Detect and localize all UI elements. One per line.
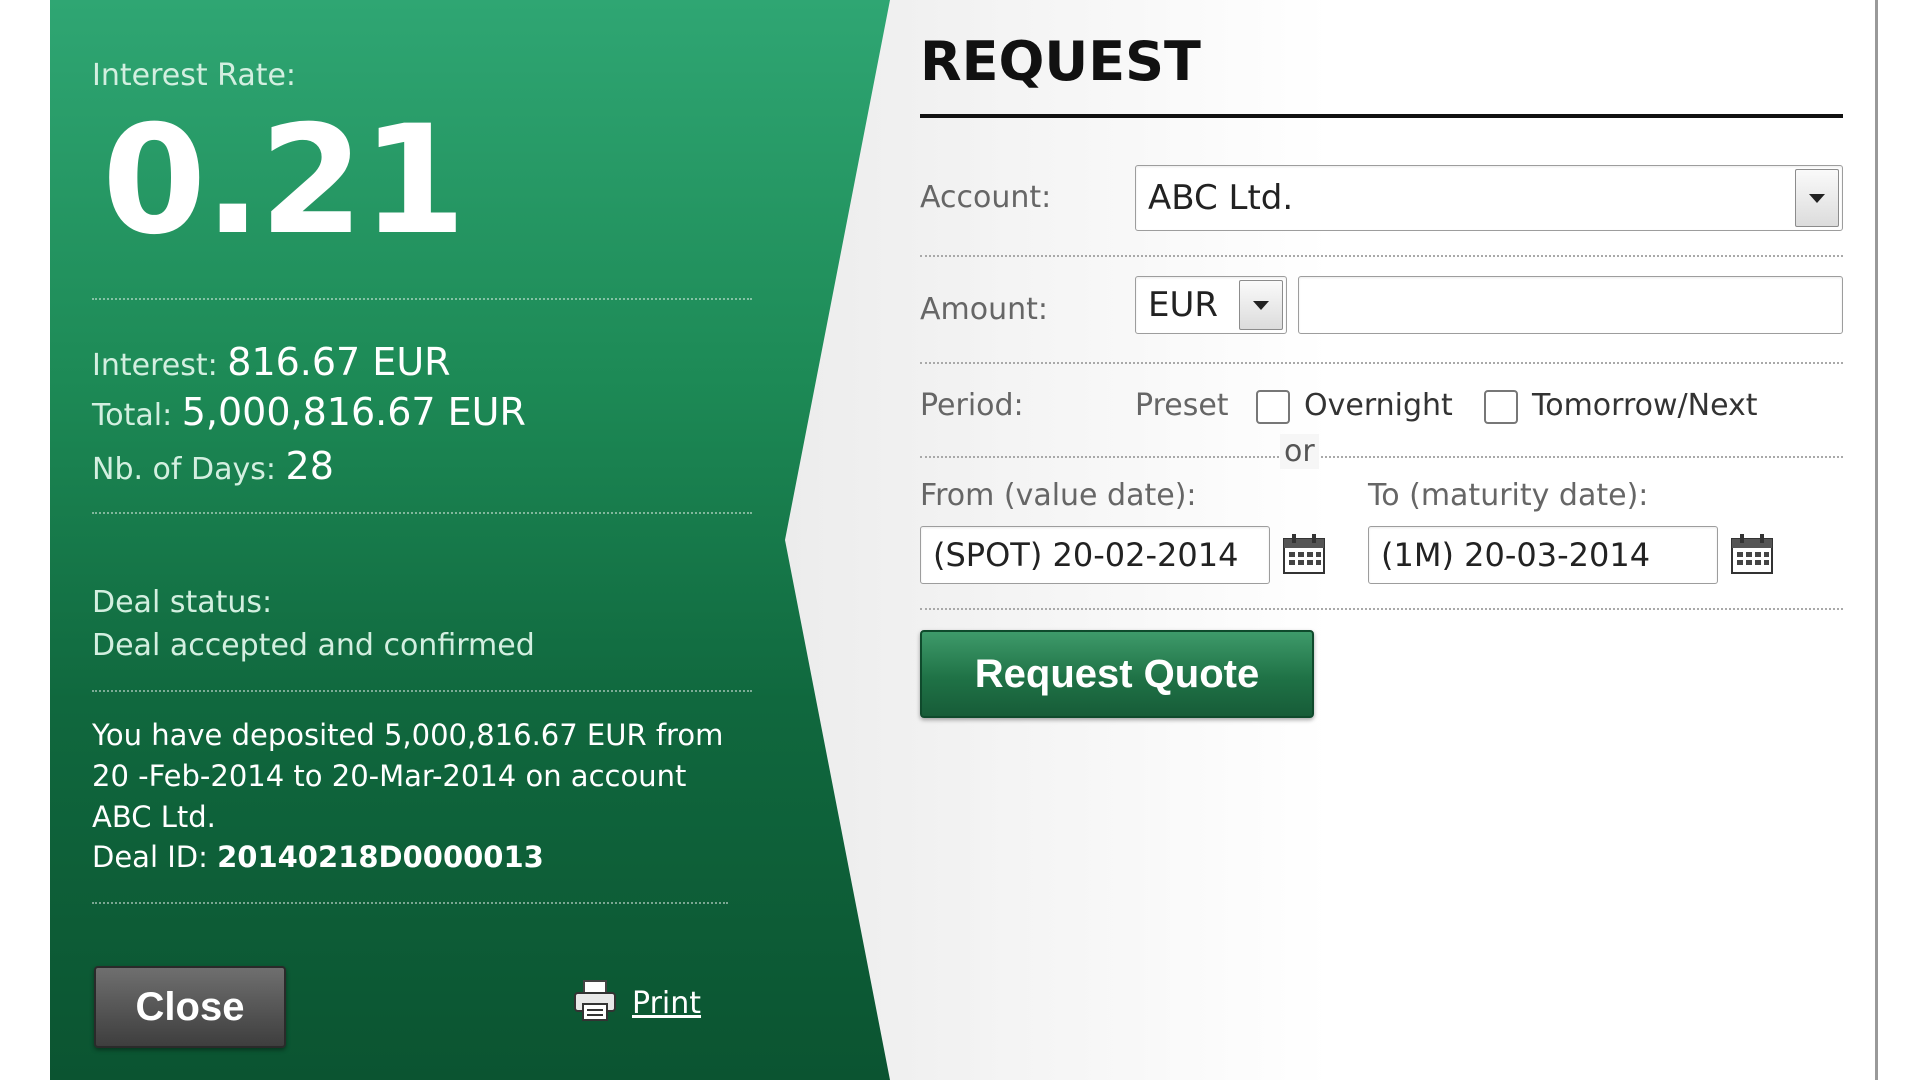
deal-id-label: Deal ID: xyxy=(92,840,208,874)
chevron-down-icon[interactable] xyxy=(1795,169,1839,227)
divider xyxy=(92,298,752,300)
total-value: 5,000,816.67 EUR xyxy=(181,390,526,434)
account-value: ABC Ltd. xyxy=(1148,178,1294,218)
amount-label: Amount: xyxy=(920,292,1048,327)
days-value: 28 xyxy=(285,444,334,488)
title-rule xyxy=(920,114,1843,118)
account-label: Account: xyxy=(920,180,1052,215)
tomorrow-next-checkbox[interactable] xyxy=(1484,390,1518,424)
tomorrow-next-label[interactable]: Tomorrow/Next xyxy=(1532,388,1758,423)
or-separator: or xyxy=(1280,434,1319,469)
chevron-down-icon[interactable] xyxy=(1239,280,1283,330)
currency-select[interactable]: EUR xyxy=(1135,276,1287,334)
divider xyxy=(920,362,1843,364)
printer-icon[interactable] xyxy=(572,978,618,1028)
request-quote-button[interactable]: Request Quote xyxy=(920,630,1314,718)
calendar-icon[interactable] xyxy=(1730,533,1774,575)
to-date-value: (1M) 20-03-2014 xyxy=(1381,536,1651,574)
interest-rate-label: Interest Rate: xyxy=(92,58,297,93)
print-link[interactable]: Print xyxy=(572,978,701,1028)
to-date-label: To (maturity date): xyxy=(1368,478,1649,513)
deposit-message: You have deposited 5,000,816.67 EUR from… xyxy=(92,718,724,834)
deal-window: Interest Rate: 0.21 Interest: 816.67 EUR… xyxy=(50,0,1878,1080)
to-date-input[interactable]: (1M) 20-03-2014 xyxy=(1368,526,1718,584)
deal-status-value: Deal accepted and confirmed xyxy=(92,628,535,663)
preset-label: Preset xyxy=(1135,388,1229,423)
interest-rate-value: 0.21 xyxy=(102,94,466,268)
divider xyxy=(920,608,1843,610)
divider xyxy=(920,456,1843,458)
total-label: Total: xyxy=(92,398,173,433)
request-title: REQUEST xyxy=(920,30,1201,93)
divider xyxy=(92,902,728,904)
deal-summary-panel: Interest Rate: 0.21 Interest: 816.67 EUR… xyxy=(50,0,890,1080)
interest-value: 816.67 EUR xyxy=(227,340,451,384)
from-date-input[interactable]: (SPOT) 20-02-2014 xyxy=(920,526,1270,584)
overnight-label[interactable]: Overnight xyxy=(1304,388,1453,423)
deal-id-value: 20140218D0000013 xyxy=(217,840,544,874)
account-select[interactable]: ABC Ltd. xyxy=(1135,165,1843,231)
divider xyxy=(92,690,752,692)
from-date-label: From (value date): xyxy=(920,478,1197,513)
overnight-checkbox[interactable] xyxy=(1256,390,1290,424)
days-label: Nb. of Days: xyxy=(92,452,276,487)
divider xyxy=(920,255,1843,257)
divider xyxy=(92,512,752,514)
deal-status-label: Deal status: xyxy=(92,585,273,620)
from-date-value: (SPOT) 20-02-2014 xyxy=(933,536,1239,574)
print-label[interactable]: Print xyxy=(632,986,701,1021)
interest-row: Interest: 816.67 EUR xyxy=(92,340,451,384)
days-row: Nb. of Days: 28 xyxy=(92,444,334,488)
currency-value: EUR xyxy=(1148,285,1218,325)
calendar-icon[interactable] xyxy=(1282,533,1326,575)
deal-id-row: Deal ID: 20140218D0000013 xyxy=(92,840,544,874)
interest-label: Interest: xyxy=(92,348,218,383)
period-label: Period: xyxy=(920,388,1024,423)
close-button[interactable]: Close xyxy=(94,966,286,1048)
total-row: Total: 5,000,816.67 EUR xyxy=(92,390,526,434)
amount-input[interactable] xyxy=(1298,276,1843,334)
